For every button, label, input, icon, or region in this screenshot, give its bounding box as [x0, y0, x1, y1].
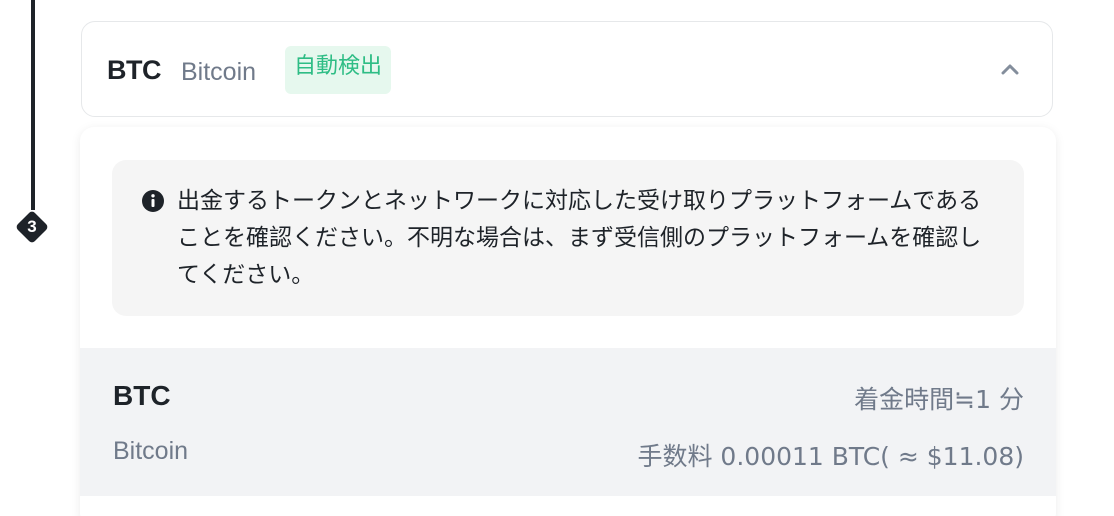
- network-dropdown: 出金するトークンとネットワークに対応した受け取りプラットフォームであることを確認…: [80, 127, 1056, 516]
- option-arrival-time: 着金時間≒1 分: [854, 385, 1024, 414]
- step-number: 3: [27, 217, 37, 236]
- selected-network-name: Bitcoin: [181, 58, 257, 86]
- step-rail: [31, 0, 35, 210]
- chevron-up-icon[interactable]: [997, 56, 1023, 82]
- option-symbol: BTC: [113, 380, 171, 411]
- step-badge: 3: [15, 210, 49, 244]
- network-select[interactable]: BTC Bitcoin 自動検出: [81, 21, 1053, 117]
- selected-network-symbol: BTC: [107, 55, 162, 85]
- network-option[interactable]: BTC Bitcoin 着金時間≒1 分 手数料 0.00011 BTC( ≈ …: [80, 348, 1056, 496]
- notice-text: 出金するトークンとネットワークに対応した受け取りプラットフォームであることを確認…: [177, 188, 982, 288]
- info-icon: [142, 190, 164, 212]
- withdraw-network-step: 3 BTC Bitcoin 自動検出 出金するトークンとネットワークに対応した受…: [0, 0, 1114, 516]
- network-notice: 出金するトークンとネットワークに対応した受け取りプラットフォームであることを確認…: [112, 160, 1024, 316]
- auto-detect-badge: 自動検出: [285, 46, 392, 94]
- option-fee: 手数料 0.00011 BTC( ≈ $11.08): [637, 442, 1024, 471]
- option-name: Bitcoin: [113, 437, 189, 465]
